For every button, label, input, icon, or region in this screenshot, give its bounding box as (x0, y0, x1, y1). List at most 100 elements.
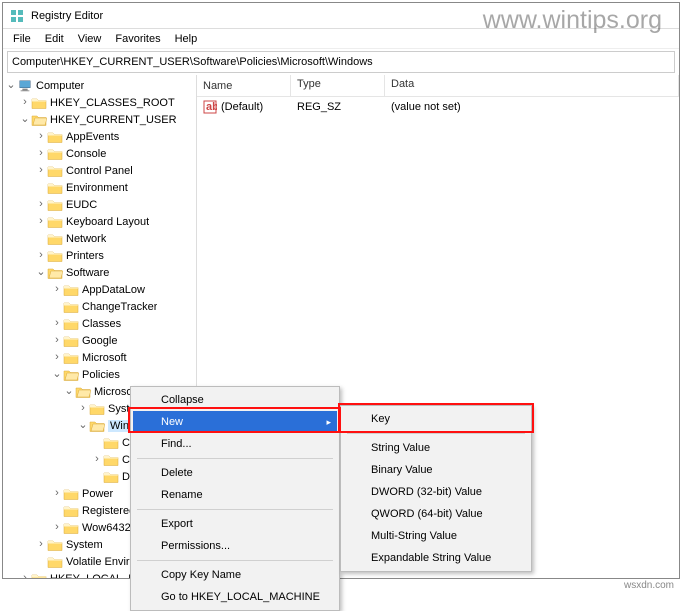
menu-new-key[interactable]: Key (343, 408, 529, 430)
computer-icon (17, 79, 33, 93)
menu-view[interactable]: View (72, 31, 108, 47)
expand-icon[interactable]: › (19, 573, 31, 578)
col-type[interactable]: Type (291, 75, 385, 96)
folder-icon (47, 249, 63, 263)
folder-open-icon (63, 368, 79, 382)
expand-icon[interactable]: › (35, 250, 47, 261)
folder-icon (63, 504, 79, 518)
folder-icon (47, 181, 63, 195)
tree-item[interactable]: ›Classes (3, 315, 196, 332)
col-data[interactable]: Data (385, 75, 679, 96)
expand-icon[interactable]: › (51, 284, 63, 295)
folder-icon (47, 130, 63, 144)
menu-copy-key-name[interactable]: Copy Key Name (133, 564, 337, 586)
menu-rename[interactable]: Rename (133, 484, 337, 506)
menu-edit[interactable]: Edit (39, 31, 70, 47)
menu-separator (137, 458, 333, 459)
expand-icon[interactable]: ⌄ (77, 420, 89, 431)
folder-icon (89, 402, 105, 416)
folder-icon (47, 215, 63, 229)
expand-icon[interactable]: › (19, 97, 31, 108)
folder-icon (63, 283, 79, 297)
app-icon (9, 8, 25, 24)
tree-item[interactable]: ›Control Panel (3, 162, 196, 179)
expand-icon[interactable]: ⌄ (63, 386, 75, 397)
tree-hkcu[interactable]: ⌄HKEY_CURRENT_USER (3, 111, 196, 128)
expand-icon[interactable]: › (51, 488, 63, 499)
menu-collapse[interactable]: Collapse (133, 389, 337, 411)
menu-find[interactable]: Find... (133, 433, 337, 455)
menu-separator (347, 433, 525, 434)
expand-icon[interactable]: › (77, 403, 89, 414)
col-name[interactable]: Name (197, 75, 291, 96)
cell-type: REG_SZ (291, 99, 385, 115)
expand-icon[interactable]: › (35, 131, 47, 142)
expand-icon[interactable]: › (35, 199, 47, 210)
expand-icon[interactable]: ⌄ (5, 80, 17, 91)
expand-icon[interactable]: ⌄ (51, 369, 63, 380)
folder-icon (47, 198, 63, 212)
expand-icon[interactable]: › (51, 522, 63, 533)
tree-policies[interactable]: ⌄Policies (3, 366, 196, 383)
cell-name: (Default) (197, 98, 291, 116)
tree-item[interactable]: ›Printers (3, 247, 196, 264)
tree-item[interactable]: ›EUDC (3, 196, 196, 213)
expand-icon[interactable]: › (35, 539, 47, 550)
menu-delete[interactable]: Delete (133, 462, 337, 484)
menu-permissions[interactable]: Permissions... (133, 535, 337, 557)
folder-icon (63, 317, 79, 331)
folder-icon (63, 487, 79, 501)
address-bar (7, 51, 675, 73)
expand-icon[interactable]: › (35, 216, 47, 227)
folder-icon (103, 470, 119, 484)
menu-separator (137, 509, 333, 510)
folder-icon (63, 300, 79, 314)
expand-icon[interactable]: › (91, 454, 103, 465)
folder-icon (63, 351, 79, 365)
menu-new-dword[interactable]: DWORD (32-bit) Value (343, 481, 529, 503)
menu-new-string[interactable]: String Value (343, 437, 529, 459)
address-input[interactable] (8, 54, 674, 70)
tree-item[interactable]: ›AppDataLow (3, 281, 196, 298)
folder-icon (63, 334, 79, 348)
tree-software[interactable]: ⌄Software (3, 264, 196, 281)
menu-export[interactable]: Export (133, 513, 337, 535)
menu-new-expand[interactable]: Expandable String Value (343, 547, 529, 569)
folder-open-icon (31, 113, 47, 127)
list-header[interactable]: Name Type Data (197, 75, 679, 97)
expand-icon[interactable]: ⌄ (35, 267, 47, 278)
expand-icon[interactable]: › (51, 335, 63, 346)
menu-favorites[interactable]: Favorites (109, 31, 166, 47)
menu-new[interactable]: New▸ (133, 411, 337, 433)
tree-item[interactable]: ›AppEvents (3, 128, 196, 145)
menu-file[interactable]: File (7, 31, 37, 47)
reg-sz-icon (203, 100, 217, 114)
menu-new-multi[interactable]: Multi-String Value (343, 525, 529, 547)
folder-icon (47, 538, 63, 552)
tree-item[interactable]: ChangeTracker (3, 298, 196, 315)
tree-item[interactable]: Network (3, 230, 196, 247)
tree-item[interactable]: ›Microsoft (3, 349, 196, 366)
menu-goto[interactable]: Go to HKEY_LOCAL_MACHINE (133, 586, 337, 608)
tree-item[interactable]: ›Keyboard Layout (3, 213, 196, 230)
expand-icon[interactable]: › (51, 352, 63, 363)
expand-icon[interactable]: › (35, 148, 47, 159)
folder-open-icon (89, 419, 105, 433)
folder-icon (31, 572, 47, 579)
expand-icon[interactable]: › (35, 165, 47, 176)
menu-help[interactable]: Help (169, 31, 204, 47)
watermark: www.wintips.org (483, 6, 662, 35)
list-row[interactable]: (Default) REG_SZ (value not set) (197, 97, 679, 117)
tree-item[interactable]: Environment (3, 179, 196, 196)
tree-hkcr[interactable]: ›HKEY_CLASSES_ROOT (3, 94, 196, 111)
expand-icon[interactable]: ⌄ (19, 114, 31, 125)
tree-item[interactable]: ›Google (3, 332, 196, 349)
expand-icon[interactable]: › (51, 318, 63, 329)
menu-new-binary[interactable]: Binary Value (343, 459, 529, 481)
tree-computer[interactable]: ⌄Computer (3, 77, 196, 94)
tree-item[interactable]: ›Console (3, 145, 196, 162)
folder-icon (63, 521, 79, 535)
menu-new-qword[interactable]: QWORD (64-bit) Value (343, 503, 529, 525)
folder-icon (103, 436, 119, 450)
folder-icon (47, 164, 63, 178)
